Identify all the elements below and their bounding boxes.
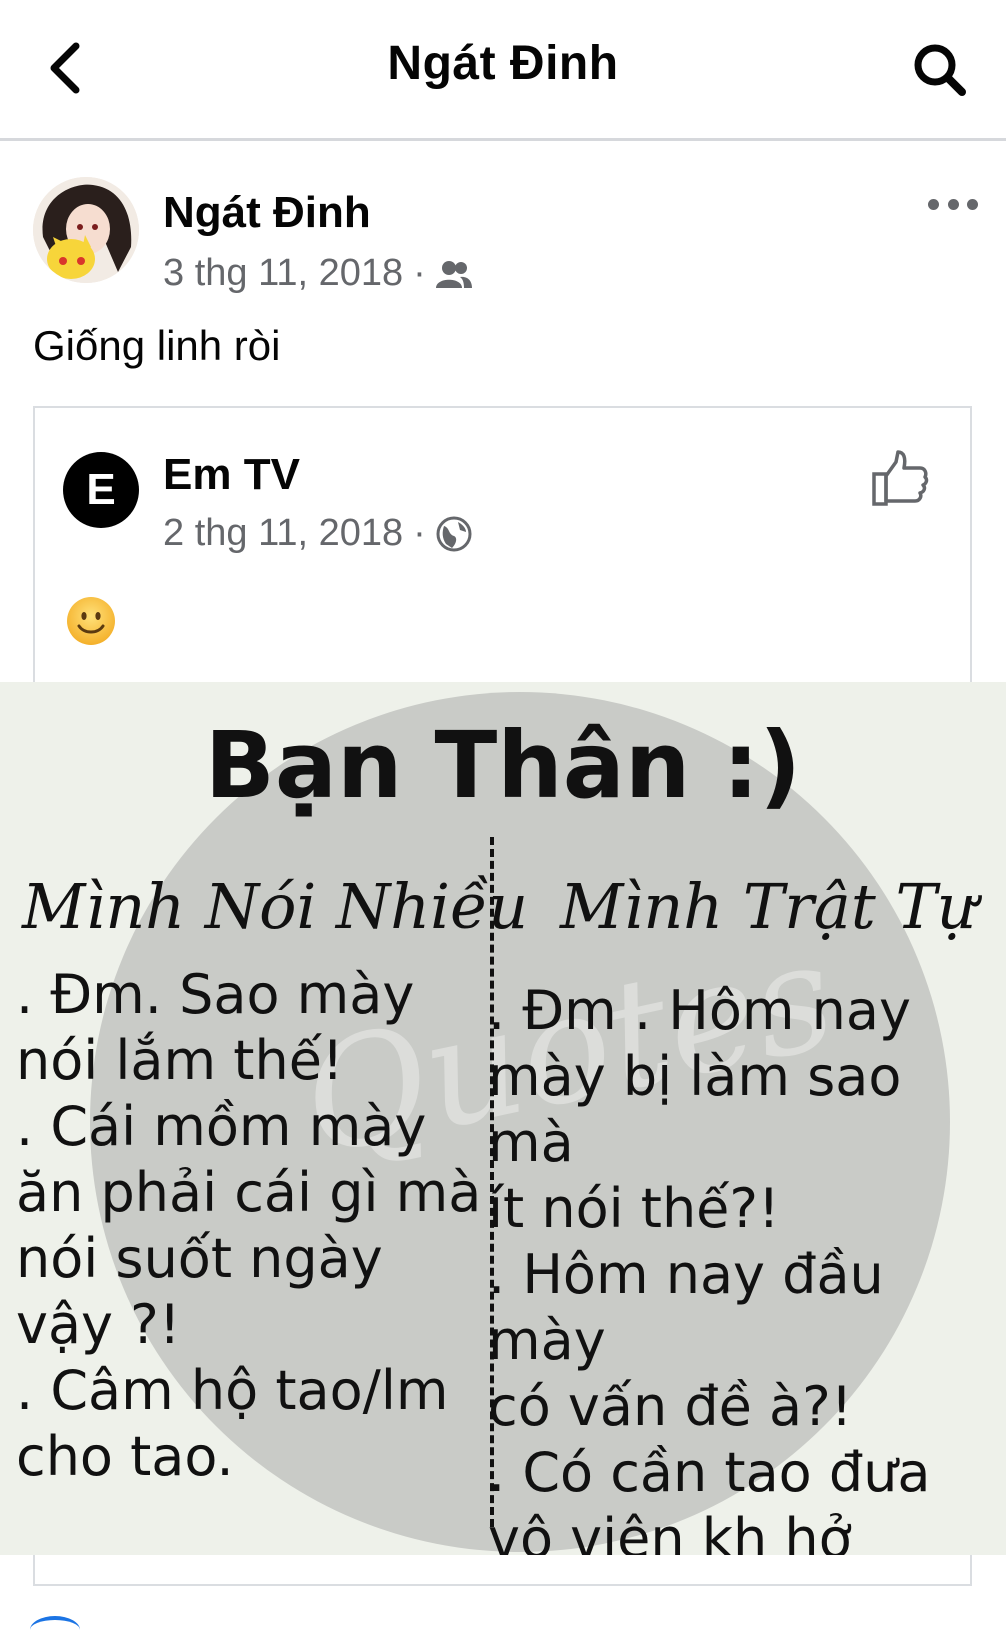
top-navigation-bar: Ngát Đinh	[0, 0, 1006, 141]
image-heading: Bạn Thân :)	[204, 712, 802, 819]
partial-icon	[30, 1616, 80, 1644]
more-dot-icon	[947, 198, 959, 210]
shared-image[interactable]: Quotes Bạn Thân :) Mình Nói Nhiều Mình T…	[0, 682, 1006, 1555]
post-date[interactable]: 3 thg 11, 2018	[163, 252, 403, 295]
avatar-image	[33, 177, 139, 283]
like-button[interactable]	[870, 448, 932, 510]
image-left-text: . Đm. Sao mày nói lắm thế! . Cái mồm mày…	[16, 963, 482, 1488]
post-author-name[interactable]: Ngát Đinh	[163, 188, 371, 238]
card-bottom-border	[33, 1584, 972, 1586]
image-right-title: Mình Trật Tự	[560, 870, 977, 943]
author-avatar[interactable]	[33, 177, 139, 283]
thumbs-up-icon	[872, 450, 929, 506]
friends-icon	[435, 260, 472, 288]
globe-icon	[436, 516, 472, 551]
shared-author-name[interactable]: Em TV	[163, 450, 300, 500]
shared-author-avatar[interactable]: E	[63, 452, 139, 528]
shared-post-date[interactable]: 2 thg 11, 2018	[163, 512, 403, 555]
post-text: Giống linh ròi	[33, 322, 281, 369]
page-title: Ngát Đinh	[387, 37, 619, 90]
meta-separator: ·	[413, 252, 426, 294]
post-meta: 3 thg 11, 2018 ·	[163, 252, 472, 295]
image-right-text: . Đm . Hôm nay mày bị làm sao mà ít nói …	[488, 979, 931, 1555]
more-options-button[interactable]	[928, 192, 978, 216]
shared-post-meta: 2 thg 11, 2018 ·	[163, 512, 472, 555]
search-icon	[914, 44, 966, 96]
smile-emoji-icon	[67, 597, 115, 645]
search-button[interactable]	[908, 38, 972, 102]
more-dot-icon	[928, 198, 939, 210]
smiling-face-emoji	[65, 595, 117, 647]
image-left-title: Mình Nói Nhiều	[22, 870, 529, 943]
more-dot-icon	[967, 198, 978, 210]
meta-separator: ·	[413, 512, 426, 554]
